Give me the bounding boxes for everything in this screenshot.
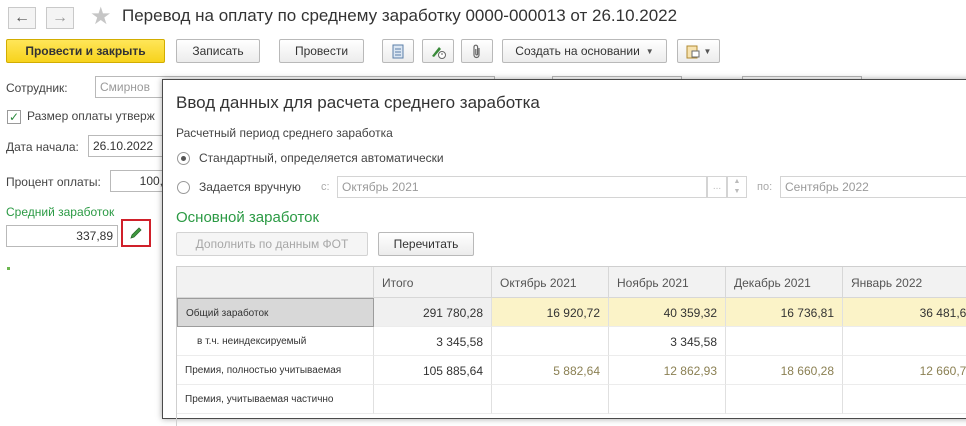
save-button[interactable]: Записать <box>176 39 260 63</box>
section-title: Основной заработок <box>176 209 320 226</box>
favorite-star-icon[interactable]: ★ <box>90 4 112 30</box>
print-menu-button[interactable]: ▼ <box>677 39 720 63</box>
post-button[interactable]: Провести <box>279 39 364 63</box>
to-label: по: <box>757 181 773 193</box>
from-label: с: <box>321 181 330 193</box>
row-total-cell[interactable] <box>374 385 492 414</box>
row-month-cell[interactable] <box>492 385 609 414</box>
percent-label: Процент оплаты: <box>6 175 101 189</box>
col-header-month[interactable]: Январь 2022 <box>843 267 966 298</box>
pay-approved-label: Размер оплаты утверж <box>27 109 155 123</box>
col-header-month[interactable]: Октябрь 2021 <box>492 267 609 298</box>
employee-label: Сотрудник: <box>6 81 68 95</box>
period-spinner[interactable]: ▲ ▼ <box>727 176 747 198</box>
radio-auto-label: Стандартный, определяется автоматически <box>199 151 444 165</box>
row-name-cell[interactable]: Премия, полностью учитываемая <box>177 356 374 385</box>
document-print-icon <box>686 45 700 58</box>
document-list-icon <box>392 44 404 58</box>
window-title: Перевод на оплату по среднему заработку … <box>122 6 678 25</box>
row-month-cell[interactable] <box>843 385 966 414</box>
row-total-cell[interactable]: 105 885,64 <box>374 356 492 385</box>
reread-button[interactable]: Перечитать <box>378 232 474 256</box>
row-name-cell[interactable]: Общий заработок <box>177 298 374 327</box>
start-date-field[interactable]: 26.10.2022 <box>88 135 168 157</box>
earnings-table: Итого Октябрь 2021 Ноябрь 2021 Декабрь 2… <box>176 266 966 426</box>
row-month-cell[interactable]: 16 736,81 <box>726 298 843 327</box>
post-and-close-button[interactable]: Провести и закрыть <box>6 39 165 63</box>
col-header-total[interactable]: Итого <box>374 267 492 298</box>
report-button[interactable] <box>382 39 414 63</box>
forward-button[interactable]: → <box>46 7 74 29</box>
col-header-month[interactable]: Декабрь 2021 <box>726 267 843 298</box>
row-month-cell[interactable] <box>492 327 609 356</box>
choose-period-button[interactable]: ... <box>707 176 727 198</box>
create-based-on-button[interactable]: Создать на основании ▼ <box>502 39 667 63</box>
start-date-label: Дата начала: <box>6 140 79 154</box>
row-month-cell[interactable] <box>726 327 843 356</box>
dialog-title: Ввод данных для расчета среднего заработ… <box>176 93 540 112</box>
chevron-down-icon: ▼ <box>645 46 654 56</box>
arrow-right-icon: → <box>52 9 68 26</box>
row-month-cell[interactable]: 5 882,64 <box>492 356 609 385</box>
avg-earnings-field[interactable]: 337,89 <box>6 225 118 247</box>
chevron-down-icon: ▼ <box>703 46 712 56</box>
radio-auto-period[interactable] <box>177 152 190 165</box>
row-month-cell[interactable]: 36 481,69 <box>843 298 966 327</box>
arrow-left-icon: ← <box>14 9 30 26</box>
edit-avg-earnings-button[interactable] <box>121 219 151 247</box>
attachments-button[interactable] <box>461 39 493 63</box>
row-month-cell[interactable] <box>726 385 843 414</box>
col-header-name[interactable] <box>177 267 374 298</box>
row-total-cell[interactable]: 3 345,58 <box>374 327 492 356</box>
period-from-field[interactable]: Октябрь 2021 <box>337 176 707 198</box>
period-to-field[interactable]: Сентябрь 2022 <box>780 176 966 198</box>
radio-manual-period[interactable] <box>177 181 190 194</box>
paperclip-icon <box>473 44 480 58</box>
edit-history-button[interactable] <box>422 39 454 63</box>
percent-field[interactable]: 100, <box>110 170 168 192</box>
avg-earnings-dialog: Ввод данных для расчета среднего заработ… <box>162 79 966 426</box>
fill-from-payroll-button[interactable]: Дополнить по данным ФОТ <box>176 232 368 256</box>
col-header-month[interactable]: Ноябрь 2021 <box>609 267 726 298</box>
marker-dot <box>7 267 10 270</box>
row-name-cell[interactable]: Премия, учитываемая частично <box>177 385 374 414</box>
pencil-clock-icon <box>432 46 446 59</box>
period-caption: Расчетный период среднего заработка <box>176 126 393 140</box>
back-button[interactable]: ← <box>8 7 36 29</box>
pencil-icon <box>130 227 142 239</box>
radio-manual-label: Задается вручную <box>199 180 301 194</box>
row-month-cell[interactable]: 18 660,28 <box>726 356 843 385</box>
row-month-cell[interactable] <box>843 327 966 356</box>
row-total-cell[interactable]: 291 780,28 <box>374 298 492 327</box>
row-month-cell[interactable]: 12 862,93 <box>609 356 726 385</box>
row-name-cell[interactable]: в т.ч. неиндексируемый <box>177 327 374 356</box>
row-month-cell[interactable]: 12 660,73 <box>843 356 966 385</box>
row-month-cell[interactable]: 3 345,58 <box>609 327 726 356</box>
row-month-cell[interactable]: 16 920,72 <box>492 298 609 327</box>
row-month-cell[interactable] <box>609 385 726 414</box>
avg-earnings-label: Средний заработок <box>6 205 115 219</box>
row-month-cell[interactable]: 40 359,32 <box>609 298 726 327</box>
pay-approved-checkbox[interactable]: ✓ <box>7 110 21 124</box>
